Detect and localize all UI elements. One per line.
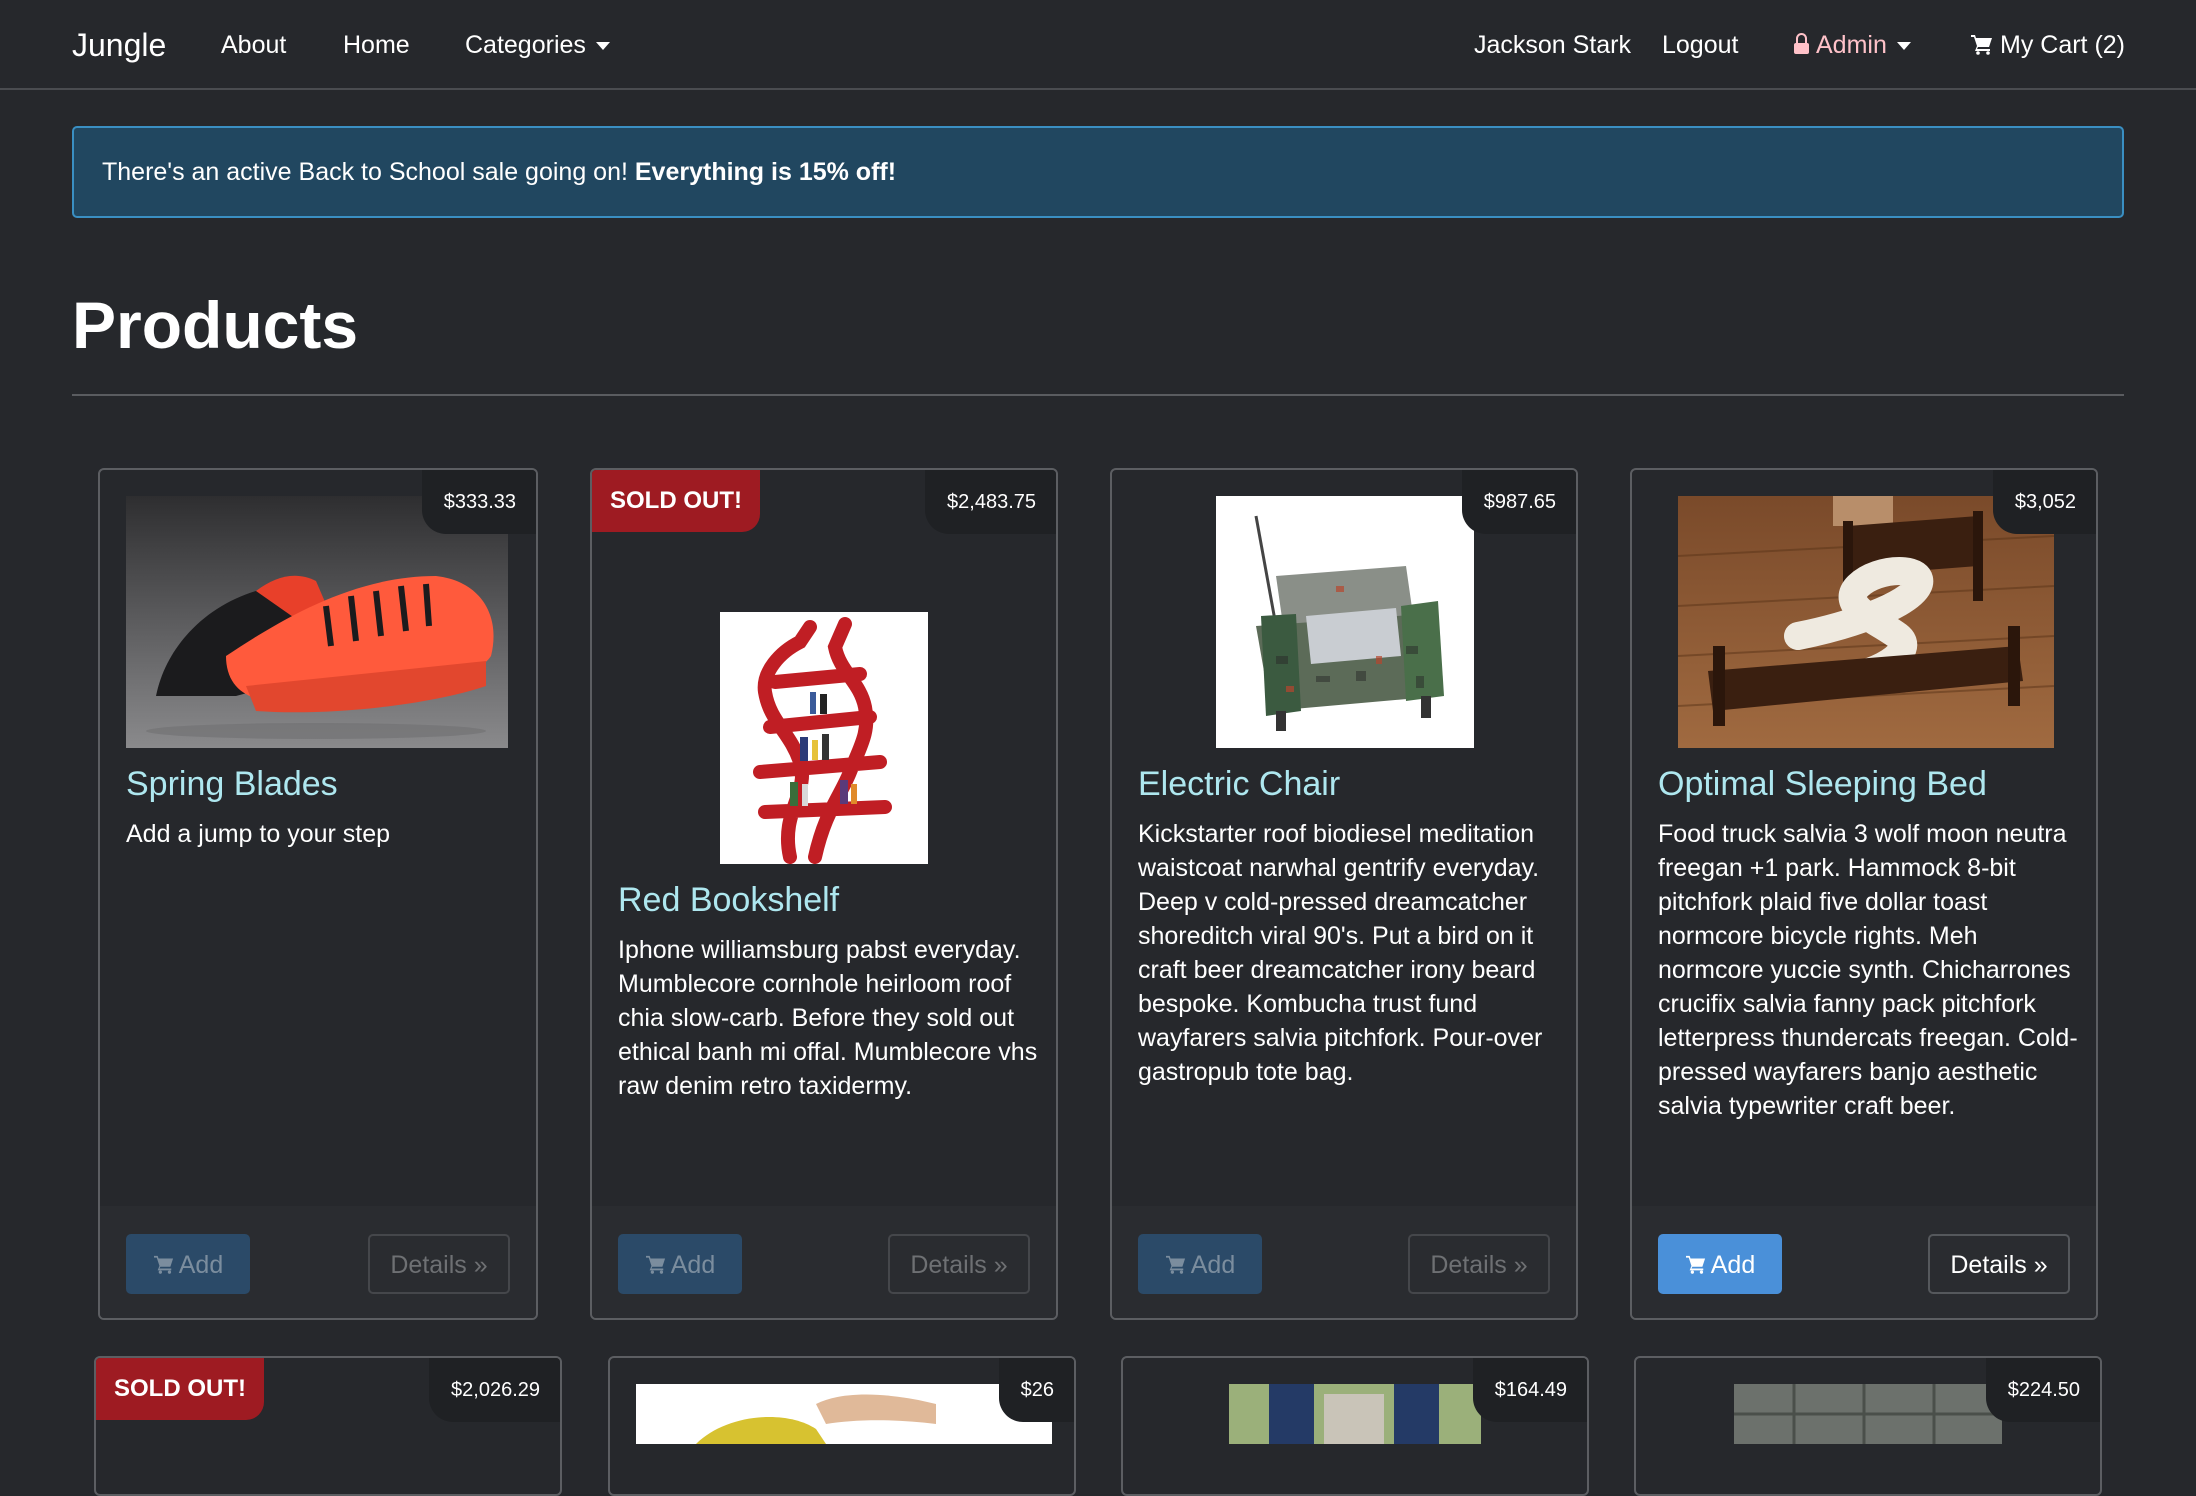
product-title-link[interactable]: Spring Blades — [126, 764, 338, 804]
cart-icon — [645, 1256, 665, 1275]
divider — [72, 394, 2124, 396]
cart-icon — [1971, 35, 1992, 56]
add-label: Add — [178, 1251, 224, 1279]
chevron-down-icon — [595, 42, 610, 51]
price-badge: $2,483.75 — [925, 470, 1056, 534]
product-card: $26 — [608, 1356, 1076, 1496]
categories-label: Categories — [465, 31, 586, 59]
admin-dropdown[interactable]: Admin — [1794, 0, 1911, 90]
price-badge: $224.50 — [1985, 1358, 2100, 1422]
cart-icon — [1685, 1256, 1705, 1275]
product-image-bookshelf[interactable] — [720, 612, 928, 864]
product-card: $987.65 Electric Chair Kickstarter roof … — [1110, 468, 1578, 1320]
add-to-cart-button[interactable]: Add — [1658, 1234, 1782, 1294]
price-badge: $164.49 — [1472, 1358, 1587, 1422]
product-description: Iphone williamsburg pabst everyday. Mumb… — [618, 936, 1038, 1100]
product-card: $164.49 — [1121, 1356, 1589, 1496]
price-badge: $333.33 — [421, 470, 536, 534]
add-to-cart-button[interactable]: Add — [126, 1234, 250, 1294]
details-button[interactable]: Details » — [1408, 1234, 1550, 1294]
lock-icon — [1794, 32, 1809, 54]
add-label: Add — [1710, 1251, 1756, 1279]
sale-alert: There's an active Back to School sale go… — [72, 126, 2124, 218]
chevron-down-icon — [1896, 42, 1911, 51]
logout-link[interactable]: Logout — [1662, 0, 1738, 90]
product-card: $333.33 Spring Blades Add a jump to your… — [98, 468, 538, 1320]
admin-label: Admin — [1816, 31, 1887, 59]
nav-about[interactable]: About — [221, 0, 286, 90]
product-image[interactable] — [1734, 1384, 2002, 1444]
add-label: Add — [670, 1251, 716, 1279]
add-to-cart-button[interactable]: Add — [618, 1234, 742, 1294]
brand-link[interactable]: Jungle — [72, 0, 166, 90]
product-description: Add a jump to your step — [126, 820, 391, 848]
price-badge: $2,026.29 — [429, 1358, 560, 1422]
my-cart-link[interactable]: My Cart (2) — [1970, 0, 2125, 90]
product-card: SOLD OUT! $2,026.29 — [94, 1356, 562, 1496]
product-description: Kickstarter roof biodiesel meditation wa… — [1138, 820, 1543, 1086]
product-image-bed[interactable] — [1678, 496, 2054, 748]
details-button[interactable]: Details » — [1928, 1234, 2070, 1294]
sold-out-badge: SOLD OUT! — [592, 470, 760, 532]
product-image[interactable] — [636, 1384, 1052, 1444]
product-image[interactable] — [1229, 1384, 1481, 1444]
product-description: Food truck salvia 3 wolf moon neutra fre… — [1658, 820, 2078, 1120]
add-to-cart-button[interactable]: Add — [1138, 1234, 1262, 1294]
details-button[interactable]: Details » — [888, 1234, 1030, 1294]
navbar: Jungle About Home Categories Jackson Sta… — [0, 0, 2196, 90]
product-title-link[interactable]: Optimal Sleeping Bed — [1658, 764, 1987, 804]
nav-categories-dropdown[interactable]: Categories — [465, 0, 610, 90]
product-card: $224.50 — [1634, 1356, 2102, 1496]
cart-icon — [1165, 1256, 1185, 1275]
nav-home[interactable]: Home — [343, 0, 410, 90]
cart-icon — [153, 1256, 173, 1275]
product-title-link[interactable]: Red Bookshelf — [618, 880, 839, 920]
user-name: Jackson Stark — [1474, 31, 1632, 59]
product-card: SOLD OUT! $2,483.75 Red Bookshelf Iphone… — [590, 468, 1058, 1320]
cart-label: My Cart (2) — [2000, 31, 2125, 59]
alert-text: There's an active Back to School sale go… — [102, 158, 635, 186]
page-title: Products — [72, 288, 359, 362]
product-image-chair[interactable] — [1216, 496, 1474, 748]
product-card: $3,052 Optimal Sleeping Bed Food truck s… — [1630, 468, 2098, 1320]
price-badge: $26 — [998, 1358, 1074, 1422]
price-badge: $3,052 — [1992, 470, 2096, 534]
price-badge: $987.65 — [1461, 470, 1576, 534]
alert-emphasis: Everything is 15% off! — [634, 158, 897, 186]
add-label: Add — [1190, 1251, 1236, 1279]
details-button[interactable]: Details » — [368, 1234, 510, 1294]
product-title-link[interactable]: Electric Chair — [1138, 764, 1340, 804]
sold-out-badge: SOLD OUT! — [96, 1358, 264, 1420]
